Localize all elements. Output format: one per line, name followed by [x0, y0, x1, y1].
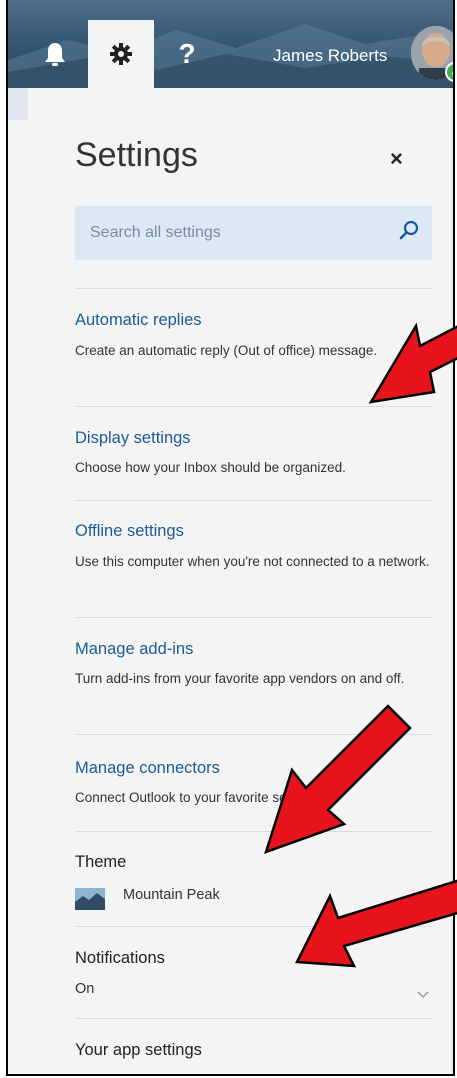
- divider: [75, 926, 432, 927]
- search-placeholder: Search all settings: [90, 224, 221, 241]
- gear-icon: [110, 43, 132, 65]
- bell-icon: [45, 43, 65, 66]
- theme-thumbnail: [75, 888, 105, 910]
- scroll-up-arrow-icon[interactable]: ▲: [451, 88, 454, 102]
- offline-settings-desc: Use this computer when you're not connec…: [75, 554, 430, 569]
- scrollbar-thumb[interactable]: [453, 104, 455, 1072]
- your-app-settings-label[interactable]: Your app settings: [75, 1041, 202, 1060]
- mail-list-edge: [8, 88, 28, 120]
- notifications-select-value[interactable]: On: [75, 981, 94, 997]
- divider: [75, 734, 432, 735]
- notifications-label: Notifications: [75, 949, 165, 967]
- divider: [75, 617, 432, 618]
- search-input[interactable]: Search all settings: [75, 206, 432, 260]
- outlook-window: ? James Roberts ✓ Settings × Search all …: [6, 0, 455, 1076]
- offline-settings-link[interactable]: Offline settings: [75, 522, 184, 541]
- automatic-replies-desc: Create an automatic reply (Out of office…: [75, 343, 378, 358]
- user-name[interactable]: James Roberts: [273, 46, 387, 66]
- settings-tab[interactable]: [88, 20, 154, 88]
- manage-connectors-link[interactable]: Manage connectors: [75, 759, 220, 778]
- notifications-tab[interactable]: [22, 20, 88, 88]
- top-header: ? James Roberts ✓: [8, 0, 453, 88]
- settings-panel: Settings × Search all settings Automatic…: [28, 88, 451, 1074]
- scrollbar-track[interactable]: [451, 88, 453, 1074]
- divider: [75, 500, 432, 501]
- theme-chevron-down-icon[interactable]: [416, 898, 430, 908]
- divider: [75, 831, 432, 832]
- manage-add-ins-link[interactable]: Manage add-ins: [75, 640, 193, 659]
- close-button[interactable]: ×: [390, 146, 403, 172]
- manage-add-ins-desc: Turn add-ins from your favorite app vend…: [75, 671, 405, 686]
- theme-select-value[interactable]: Mountain Peak: [123, 887, 220, 903]
- display-settings-desc: Choose how your Inbox should be organize…: [75, 460, 346, 475]
- help-icon: ?: [178, 38, 196, 69]
- search-icon[interactable]: [396, 218, 422, 244]
- divider: [75, 288, 432, 289]
- automatic-replies-link[interactable]: Automatic replies: [75, 311, 202, 330]
- theme-label: Theme: [75, 853, 127, 871]
- display-settings-link[interactable]: Display settings: [75, 429, 191, 448]
- help-tab[interactable]: ?: [154, 20, 220, 88]
- divider: [75, 406, 432, 407]
- notifications-chevron-down-icon[interactable]: [416, 990, 430, 1000]
- page-title: Settings: [75, 136, 198, 174]
- manage-connectors-desc: Connect Outlook to your favorite service…: [75, 790, 326, 805]
- divider: [75, 1018, 432, 1019]
